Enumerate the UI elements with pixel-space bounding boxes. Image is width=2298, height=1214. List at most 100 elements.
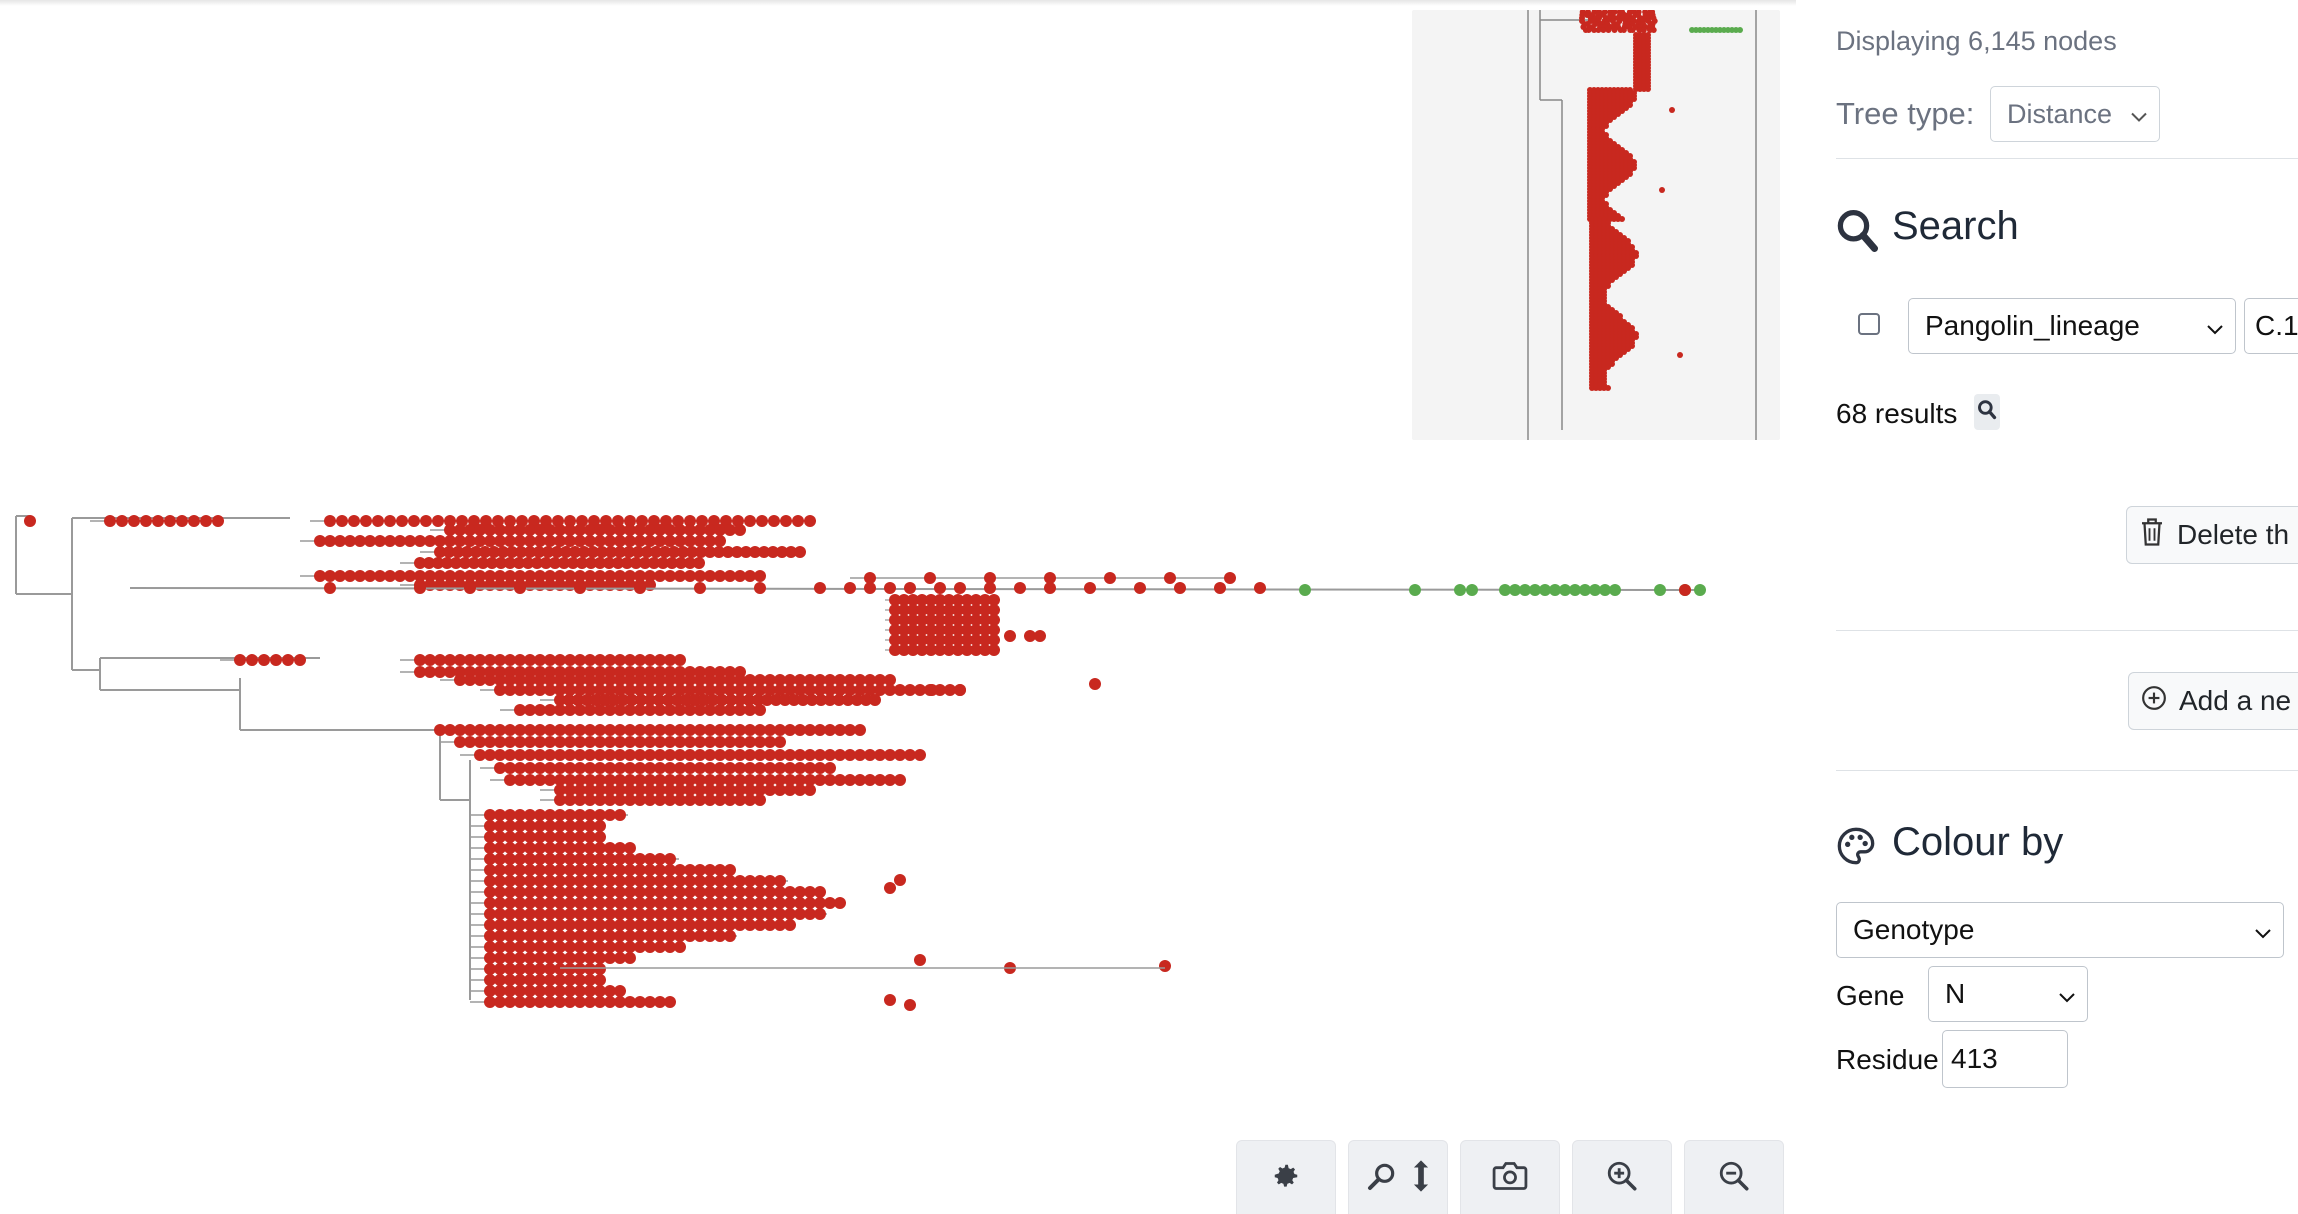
tree-node (904, 582, 916, 594)
add-search-label: Add a ne (2179, 685, 2291, 717)
tree-view[interactable] (0, 0, 1796, 1214)
minimap-node (1586, 27, 1592, 33)
gene-select[interactable]: N (1928, 966, 2088, 1022)
tree-node (1104, 572, 1116, 584)
tree-node (814, 908, 826, 920)
search-enable-checkbox[interactable] (1858, 313, 1880, 335)
tree-node (116, 515, 128, 527)
minimap-node (1630, 27, 1636, 33)
plus-circle-icon (2141, 685, 2167, 718)
tree-node (754, 570, 766, 582)
tree-node (614, 809, 626, 821)
tree-node (926, 684, 938, 696)
tree-node (869, 694, 881, 706)
tree-node (258, 654, 270, 666)
residue-value: 413 (1951, 1043, 1998, 1075)
tree-node (768, 515, 780, 527)
search-title: Search (1892, 204, 2019, 249)
tree-node (814, 582, 826, 594)
tree-node (884, 882, 896, 894)
delete-search-label: Delete th (2177, 519, 2289, 551)
tree-type-value: Distance (2007, 99, 2112, 130)
tree-node (694, 582, 706, 594)
tree-node (792, 515, 804, 527)
tree-node (1654, 584, 1666, 596)
search-zoom-button[interactable] (1348, 1140, 1448, 1214)
zoom-in-button[interactable] (1572, 1140, 1672, 1214)
search-results-count: 68 results (1836, 398, 1957, 430)
tree-node (754, 704, 766, 716)
tree-node (794, 546, 806, 558)
tree-node (1299, 584, 1311, 596)
tree-node (140, 515, 152, 527)
tree-node (884, 994, 896, 1006)
tree-node (282, 654, 294, 666)
tree-node (824, 762, 836, 774)
tree-node (784, 919, 796, 931)
tree-node (924, 572, 936, 584)
tree-node (1409, 584, 1421, 596)
zoom-to-results-button[interactable] (1974, 394, 2000, 430)
tree-node (984, 582, 996, 594)
minimap-node (1605, 385, 1611, 391)
tree-node (1159, 960, 1171, 972)
tree-node (594, 963, 606, 975)
tree-node (188, 515, 200, 527)
add-search-button[interactable]: Add a ne (2128, 672, 2298, 730)
tree-node (594, 974, 606, 986)
tree-node (212, 515, 224, 527)
tree-node (594, 820, 606, 832)
tree-node (714, 535, 726, 547)
tree-node (754, 794, 766, 806)
minimap-node (1677, 352, 1683, 358)
colour-by-select[interactable]: Genotype (1836, 902, 2284, 958)
divider (1836, 630, 2298, 631)
tree-node (176, 515, 188, 527)
delete-search-button[interactable]: Delete th (2126, 506, 2298, 564)
gene-value: N (1945, 978, 1965, 1010)
minimap-tree (1412, 10, 1780, 440)
tree-node (464, 582, 476, 594)
tree-node (954, 582, 966, 594)
tree-node (1044, 582, 1056, 594)
tree-node (854, 724, 866, 736)
tree-node (734, 524, 746, 536)
zoom-in-icon (1605, 1159, 1639, 1198)
tree-node (693, 557, 705, 569)
tree-node (894, 874, 906, 886)
tree-node (324, 582, 336, 594)
minimap-node (1651, 27, 1657, 33)
tree-minimap[interactable] (1412, 10, 1780, 440)
tree-node (1084, 582, 1096, 594)
tree-node (804, 784, 816, 796)
tree-node (384, 515, 396, 527)
tree-node (1694, 584, 1706, 596)
search-icon (1836, 208, 1878, 259)
tree-node (372, 515, 384, 527)
screenshot-button[interactable] (1460, 1140, 1560, 1214)
node-count: Displaying 6,145 nodes (1836, 26, 2117, 57)
tree-node (988, 644, 1000, 656)
tree-node (664, 996, 676, 1008)
tree-type-select[interactable]: Distance (1990, 86, 2160, 142)
tree-node (164, 515, 176, 527)
tree-node (1174, 582, 1186, 594)
settings-button[interactable] (1236, 1140, 1336, 1214)
colour-by-value: Genotype (1853, 914, 1974, 946)
tree-node (1679, 584, 1691, 596)
tree-node (1164, 572, 1176, 584)
chevron-down-icon (2059, 978, 2075, 1010)
residue-label: Residue (1836, 1044, 1939, 1076)
minimap-node (1659, 187, 1665, 193)
settings-icon (1271, 1161, 1301, 1196)
residue-input[interactable]: 413 (1942, 1030, 2068, 1088)
tree-node (1254, 582, 1266, 594)
tree-node (804, 515, 816, 527)
search-value-input[interactable]: C.1. (2244, 298, 2298, 354)
search-field-select[interactable]: Pangolin_lineage (1908, 298, 2236, 354)
tree-node (614, 985, 626, 997)
tree-node (754, 582, 766, 594)
zoom-out-button[interactable] (1684, 1140, 1784, 1214)
tree-node (514, 582, 526, 594)
tree-node (128, 515, 140, 527)
